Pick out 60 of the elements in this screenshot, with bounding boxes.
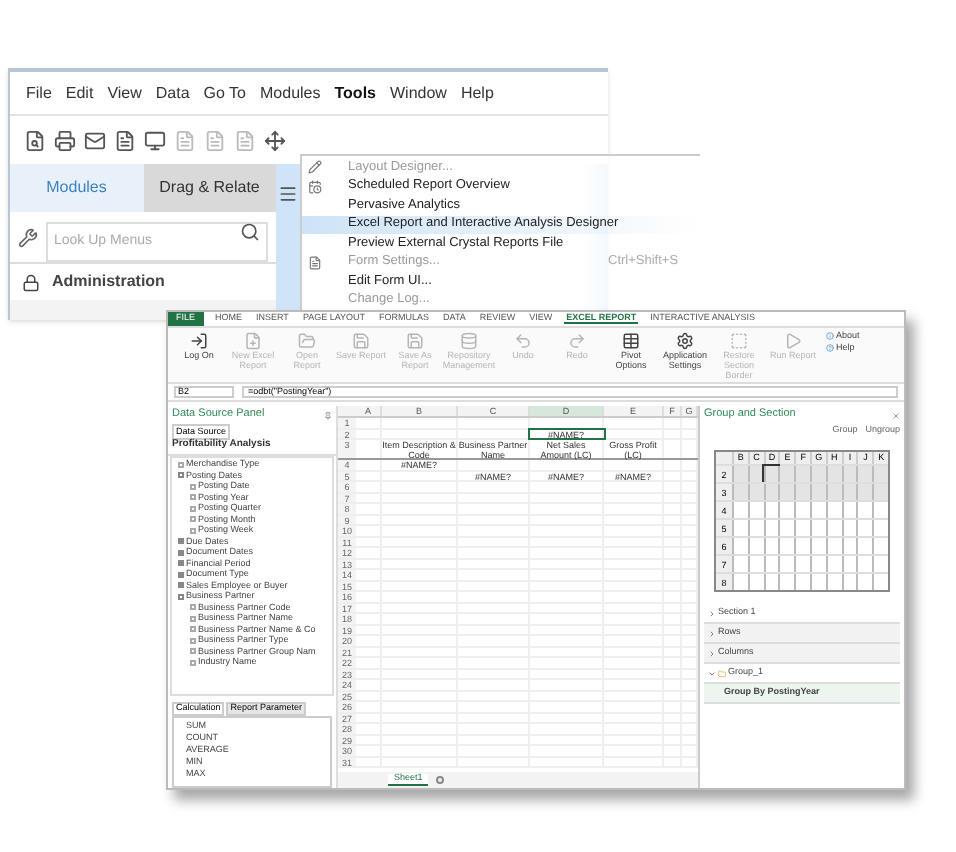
redo-icon: [568, 332, 586, 350]
grid-cell[interactable]: [778, 466, 795, 482]
expand-icon[interactable]: [178, 560, 184, 567]
dashed-square-icon: [730, 332, 748, 350]
add-sheet-icon[interactable]: [436, 776, 445, 784]
expand-icon[interactable]: [178, 571, 184, 578]
play-icon: [784, 332, 802, 350]
menu-item[interactable]: Edit: [65, 81, 94, 105]
menu-item[interactable]: Modules: [260, 81, 321, 105]
save-icon: [406, 332, 424, 350]
login-icon: [190, 332, 208, 350]
grid-cell[interactable]: [732, 484, 748, 500]
grid-cell[interactable]: [794, 484, 810, 500]
menu-icon[interactable]: [278, 184, 298, 204]
menu-item[interactable]: Tools: [334, 81, 376, 105]
expand-icon[interactable]: [178, 538, 184, 545]
wrench-icon: [18, 227, 38, 247]
grid-cell[interactable]: [778, 484, 795, 500]
menu-item[interactable]: View: [107, 81, 142, 105]
field-icon: [178, 461, 184, 468]
menu-item[interactable]: Window: [390, 81, 447, 105]
folder-icon: [298, 332, 316, 350]
info-icon: [826, 332, 834, 341]
gear-icon: [676, 332, 694, 350]
tab[interactable]: Drag & Relate: [143, 164, 276, 212]
tab[interactable]: Modules: [10, 164, 143, 212]
database-icon: [460, 332, 478, 350]
expand-icon[interactable]: [178, 549, 184, 556]
menu-item[interactable]: Data: [155, 81, 190, 105]
grid-cell[interactable]: [794, 466, 810, 482]
menu-item[interactable]: Help: [460, 81, 494, 105]
menu-item[interactable]: Go To: [203, 81, 246, 105]
grid-cell[interactable]: [856, 466, 873, 482]
grid-cell[interactable]: [856, 484, 873, 500]
move-arrows-icon[interactable]: [264, 129, 286, 151]
envelope-icon[interactable]: [84, 129, 106, 151]
calendar-icon: [308, 179, 322, 194]
search-document-icon[interactable]: [24, 129, 46, 151]
pin-icon[interactable]: [324, 411, 332, 419]
search-icon[interactable]: [240, 222, 260, 243]
folder-icon: [718, 669, 726, 677]
expand-icon[interactable]: [178, 582, 184, 589]
new-file-icon: [244, 332, 262, 350]
menu-item[interactable]: File: [26, 81, 52, 105]
grid-cell[interactable]: [732, 466, 748, 482]
collapse-icon[interactable]: [178, 472, 184, 479]
undo-icon: [514, 332, 532, 350]
collapse-icon[interactable]: [178, 593, 184, 600]
grid-cell[interactable]: [872, 466, 888, 482]
table-icon: [622, 332, 640, 350]
printer-icon[interactable]: [54, 129, 76, 151]
help-icon: [826, 343, 834, 352]
lock-icon: [22, 273, 40, 291]
document-icon[interactable]: [114, 129, 136, 151]
monitor-icon[interactable]: [144, 129, 166, 151]
document-icon: [308, 255, 322, 270]
pencil-icon: [308, 160, 322, 175]
grid-cell[interactable]: [763, 466, 779, 482]
grid-cell[interactable]: [872, 484, 888, 500]
save-icon: [352, 332, 370, 350]
